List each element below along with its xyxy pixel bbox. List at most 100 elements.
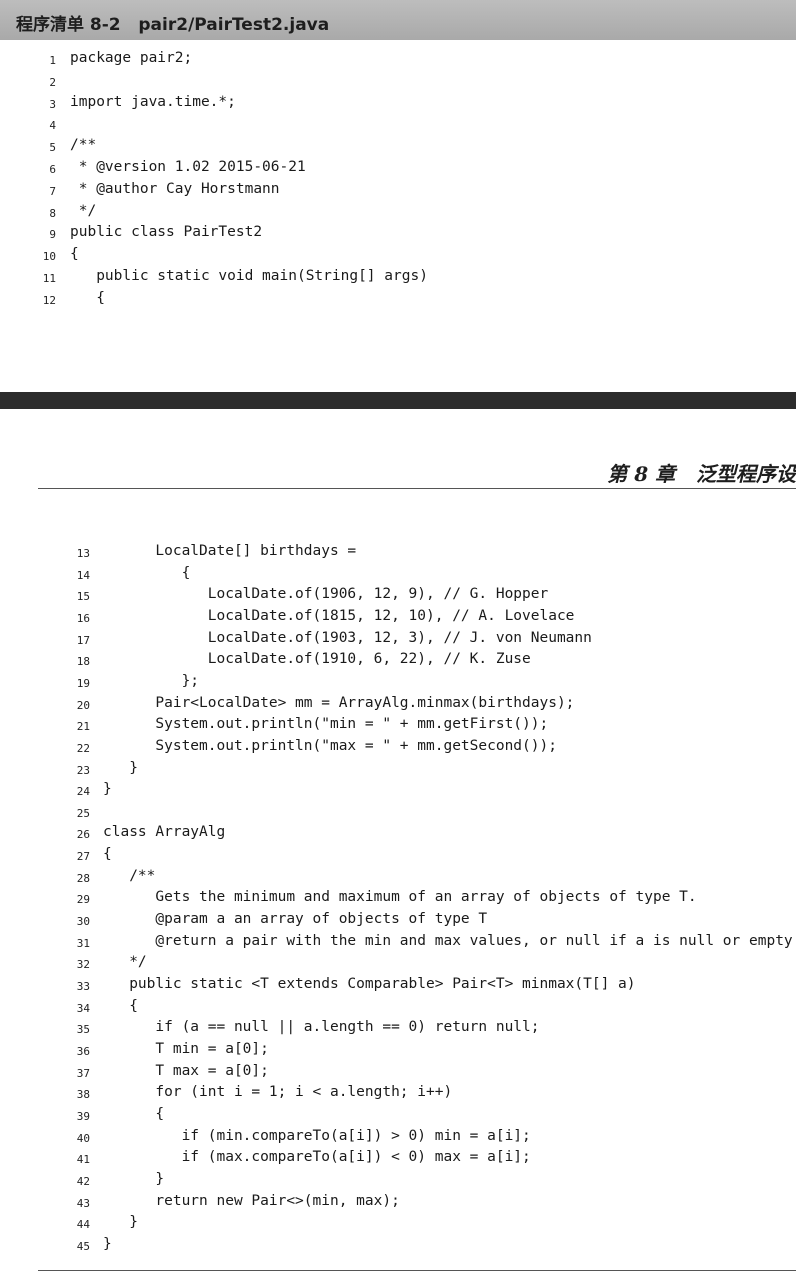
- line-number: 27: [76, 850, 90, 864]
- line-number: 26: [76, 828, 90, 842]
- code-line: 3 import java.time.*;: [0, 94, 796, 116]
- code-line: 38 for (int i = 1; i < a.length; i++): [0, 1084, 796, 1106]
- line-number: 5: [49, 141, 56, 155]
- code-line: 19 };: [0, 673, 796, 695]
- line-number: 28: [76, 871, 90, 885]
- code-text: }: [103, 1214, 138, 1231]
- code-text: {: [70, 289, 105, 306]
- code-text: LocalDate[] birthdays =: [103, 543, 357, 559]
- line-number: 44: [76, 1218, 90, 1232]
- line-number: 29: [76, 893, 90, 907]
- code-line: 5 /**: [0, 137, 796, 159]
- code-line: 11 public static void main(String[] args…: [0, 268, 796, 290]
- line-number: 19: [76, 676, 90, 690]
- line-number: 33: [76, 980, 90, 993]
- line-number: 40: [76, 1131, 90, 1145]
- code-line: 12 {: [0, 290, 796, 312]
- code-line: 25: [0, 803, 796, 825]
- code-text: Pair<LocalDate> mm = ArrayAlg.minmax(bir…: [103, 694, 575, 711]
- code-text: * @author Cay Horstmann: [70, 180, 280, 197]
- header-rule: [38, 488, 796, 489]
- code-line: 4: [0, 115, 796, 137]
- code-line: 16 LocalDate.of(1815, 12, 10), // A. Lov…: [0, 608, 796, 630]
- line-number: 30: [76, 915, 90, 929]
- code-line: 35 if (a == null || a.length == 0) retur…: [0, 1019, 796, 1041]
- code-line: 28 /**: [0, 868, 796, 890]
- code-text: if (max.compareTo(a[i]) < 0) max = a[i];: [103, 1149, 531, 1166]
- line-number: 14: [76, 568, 90, 582]
- code-text: LocalDate.of(1903, 12, 3), // J. von Neu…: [103, 629, 592, 646]
- line-number: 13: [76, 547, 90, 560]
- listing-title: 程序清单 8-2 pair2/PairTest2.java: [16, 15, 330, 35]
- line-number: 42: [76, 1174, 90, 1188]
- line-number: 7: [49, 184, 56, 198]
- line-number: 43: [76, 1196, 90, 1210]
- code-text: public class PairTest2: [70, 224, 263, 241]
- code-text: System.out.println("max = " + mm.getSeco…: [103, 737, 557, 754]
- code-line: 7 * @author Cay Horstmann: [0, 181, 796, 203]
- code-line: 9 public class PairTest2: [0, 224, 796, 246]
- code-text: */: [70, 202, 97, 219]
- line-number: 8: [49, 206, 56, 220]
- code-text: * @version 1.02 2015-06-21: [70, 159, 306, 175]
- line-number: 36: [76, 1044, 90, 1058]
- code-text: LocalDate.of(1906, 12, 9), // G. Hopper: [103, 586, 549, 603]
- code-line: 31 @return a pair with the min and max v…: [0, 933, 796, 955]
- line-number: 34: [76, 1001, 90, 1015]
- code-text: for (int i = 1; i < a.length; i++): [103, 1084, 453, 1101]
- line-number: 1: [49, 54, 56, 67]
- code-text: public static <T extends Comparable> Pai…: [103, 976, 636, 992]
- code-line: 43 return new Pair<>(min, max);: [0, 1193, 796, 1215]
- code-line: 30 @param a an array of objects of type …: [0, 911, 796, 933]
- code-text: @return a pair with the min and max valu…: [103, 932, 793, 949]
- code-text: {: [103, 1105, 165, 1122]
- listing-title-bar: 程序清单 8-2 pair2/PairTest2.java: [0, 0, 796, 40]
- code-text: Gets the minimum and maximum of an array…: [103, 889, 697, 906]
- line-number: 3: [49, 97, 56, 111]
- code-text: import java.time.*;: [70, 93, 236, 110]
- line-number: 17: [76, 633, 90, 647]
- code-text: T max = a[0];: [103, 1062, 269, 1079]
- line-number: 39: [76, 1109, 90, 1123]
- code-text: }: [103, 1235, 112, 1252]
- code-text: if (min.compareTo(a[i]) > 0) min = a[i];: [103, 1127, 531, 1144]
- code-text: if (a == null || a.length == 0) return n…: [103, 1019, 540, 1036]
- line-number: 41: [76, 1153, 90, 1167]
- code-line: 42 }: [0, 1171, 796, 1193]
- line-number: 10: [42, 250, 56, 264]
- line-number: 15: [76, 590, 90, 604]
- code-text: };: [103, 672, 200, 689]
- code-text: }: [103, 1170, 165, 1187]
- code-text: LocalDate.of(1910, 6, 22), // K. Zuse: [103, 651, 531, 668]
- code-text: {: [103, 846, 112, 863]
- line-number: 4: [49, 119, 56, 133]
- line-number: 21: [76, 720, 90, 734]
- code-text: public static void main(String[] args): [70, 268, 428, 284]
- code-line: 36 T min = a[0];: [0, 1041, 796, 1063]
- code-line: 32 */: [0, 954, 796, 976]
- code-line: 17 LocalDate.of(1903, 12, 3), // J. von …: [0, 630, 796, 652]
- code-line: 44 }: [0, 1214, 796, 1236]
- code-line: 29 Gets the minimum and maximum of an ar…: [0, 889, 796, 911]
- line-number: 31: [76, 936, 90, 950]
- code-line: 8 */: [0, 203, 796, 225]
- footer-rule: [38, 1270, 796, 1271]
- line-number: 23: [76, 763, 90, 777]
- code-line: 24}: [0, 781, 796, 803]
- code-text: return new Pair<>(min, max);: [103, 1192, 400, 1209]
- line-number: 22: [76, 741, 90, 755]
- code-text: class ArrayAlg: [103, 824, 226, 841]
- code-line: 1 package pair2;: [0, 50, 796, 72]
- line-number: 45: [76, 1239, 90, 1253]
- code-text: @param a an array of objects of type T: [103, 911, 488, 928]
- code-line: 33 public static <T extends Comparable> …: [0, 976, 796, 998]
- code-text: }: [103, 781, 112, 798]
- code-line: 21 System.out.println("min = " + mm.getF…: [0, 716, 796, 738]
- line-number: 25: [76, 806, 90, 820]
- line-number: 9: [49, 228, 56, 242]
- code-line: 26 class ArrayAlg: [0, 824, 796, 846]
- code-line: 45}: [0, 1236, 796, 1258]
- page-divider: [0, 392, 796, 409]
- code-line: 23 }: [0, 760, 796, 782]
- code-line: 18 LocalDate.of(1910, 6, 22), // K. Zuse: [0, 651, 796, 673]
